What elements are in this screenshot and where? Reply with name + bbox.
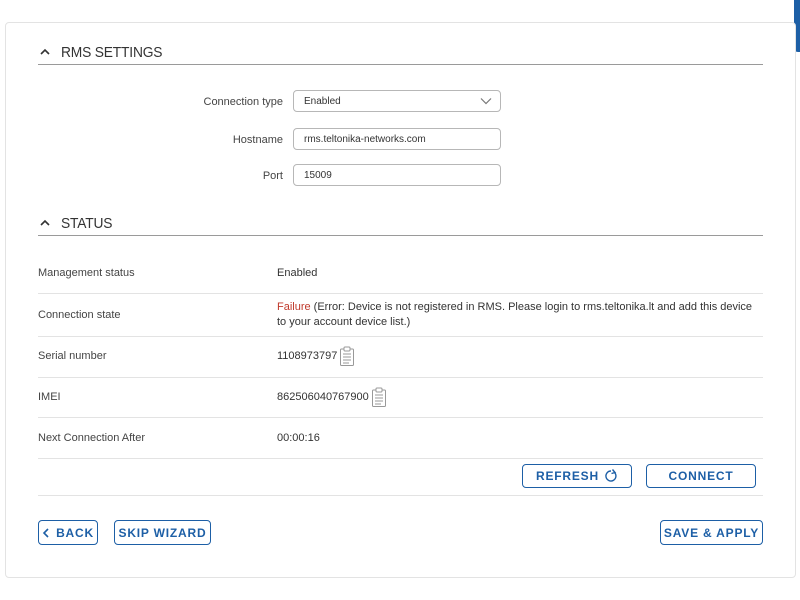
chevron-up-icon [40, 48, 50, 55]
save-apply-button[interactable]: SAVE & APPLY [660, 520, 763, 545]
status-key: Connection state [38, 309, 121, 321]
back-label: BACK [56, 525, 94, 540]
back-button[interactable]: BACK [38, 520, 98, 545]
hostname-label: Hostname [232, 134, 283, 146]
connection-type-value: Enabled [304, 95, 341, 107]
port-row: Port 15009 [6, 164, 795, 190]
status-key: IMEI [38, 391, 61, 403]
status-row-management: Management status Enabled [38, 255, 763, 294]
status-row-connection-state: Connection state Failure (Error: Device … [38, 294, 763, 337]
status-key: Management status [38, 267, 135, 279]
status-key: Next Connection After [38, 432, 146, 444]
imei-value: 862506040767900 [277, 390, 369, 403]
chevron-left-icon [42, 527, 49, 538]
connect-label: CONNECT [668, 469, 734, 483]
chevron-down-icon [480, 98, 492, 105]
status-value: 862506040767900 [277, 386, 387, 408]
failure-text: Failure [277, 301, 311, 313]
status-title: STATUS [61, 214, 113, 232]
connection-type-label: Connection type [203, 96, 284, 108]
chevron-up-icon [40, 219, 50, 226]
hostname-row: Hostname rms.teltonika-networks.com [6, 128, 795, 154]
footer-divider [38, 495, 763, 496]
failure-detail: (Error: Device is not registered in RMS.… [277, 301, 753, 328]
rms-settings-header[interactable]: RMS SETTINGS [38, 40, 763, 65]
clipboard-icon[interactable] [339, 345, 355, 367]
clipboard-icon[interactable] [371, 386, 387, 408]
status-header[interactable]: STATUS [38, 211, 763, 236]
status-key: Serial number [38, 350, 107, 362]
port-input[interactable]: 15009 [293, 164, 501, 186]
connection-type-select[interactable]: Enabled [293, 90, 501, 112]
connect-button[interactable]: CONNECT [646, 464, 756, 488]
connection-type-row: Connection type Enabled [6, 90, 795, 116]
rms-settings-title: RMS SETTINGS [61, 43, 163, 61]
hostname-input[interactable]: rms.teltonika-networks.com [293, 128, 501, 150]
status-row-next-connection: Next Connection After 00:00:16 [38, 418, 763, 459]
save-apply-label: SAVE & APPLY [663, 525, 760, 540]
port-label: Port [262, 170, 283, 182]
status-value: Enabled [277, 267, 318, 279]
status-row-imei: IMEI 862506040767900 [38, 378, 763, 418]
refresh-icon [605, 469, 617, 482]
status-row-serial: Serial number 1108973797 [38, 337, 763, 378]
status-value: 00:00:16 [277, 432, 320, 444]
skip-wizard-label: SKIP WIZARD [118, 525, 207, 540]
status-value: 1108973797 [277, 345, 355, 367]
refresh-label: REFRESH [536, 469, 599, 483]
status-value: Failure (Error: Device is not registered… [277, 300, 757, 330]
serial-number-value: 1108973797 [277, 349, 338, 362]
wizard-panel: RMS SETTINGS Connection type Enabled Hos… [5, 22, 796, 578]
refresh-button[interactable]: REFRESH [522, 464, 632, 488]
skip-wizard-button[interactable]: SKIP WIZARD [114, 520, 211, 545]
port-value: 15009 [304, 169, 332, 181]
hostname-value: rms.teltonika-networks.com [304, 133, 426, 145]
